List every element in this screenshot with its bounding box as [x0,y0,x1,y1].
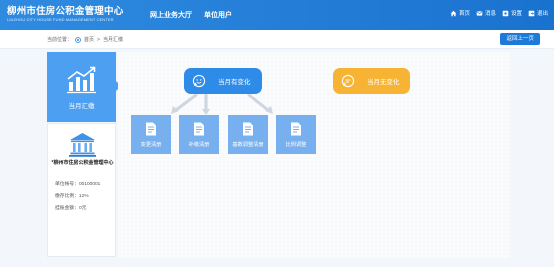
breadcrumb-home[interactable]: 首页 [84,36,94,43]
message-link[interactable]: 消息 [476,9,496,17]
message-icon [476,10,483,16]
logo[interactable]: 柳州市住房公积金管理中心 LIUZHOU CITY HOUSE FUND MAN… [7,3,142,27]
chat-bubble-icon [341,74,355,88]
app-header: 柳州市住房公积金管理中心 LIUZHOU CITY HOUSE FUND MAN… [0,0,554,30]
breadcrumb-bar: 当前位置： 首页 > 当月汇缴 返回上一页 [0,30,554,49]
tile-label: 基数调整清册 [232,142,264,148]
organization-name: *柳州市住房公积金管理中心 [51,160,114,166]
message-link-label: 消息 [484,11,496,17]
unchanged-this-month-button[interactable]: 当月无变化 [333,68,410,94]
deposit-ratio-label: 缴存比例： [55,194,79,199]
settings-link[interactable]: 设置 [502,9,522,17]
breadcrumb-current: 当月汇缴 [102,37,123,43]
top-nav: 网上业务大厅 单位用户 [150,10,232,20]
deposit-ratio-line: 缴存比例：12% [55,192,89,199]
logout-icon [528,10,535,16]
flow-connectors [171,93,273,115]
organization-card: *柳州市住房公积金管理中心 单位帐号：00100001 缴存比例：12% 挂账金… [47,123,116,257]
tile-change-list[interactable]: 变更清册 [131,115,171,154]
tile-ratio-adjust[interactable]: 比例调整 [276,115,316,154]
pending-amount-label: 挂账金额： [55,206,79,211]
bank-building-icon [69,133,96,157]
sidebar-item-label: 当月汇缴 [68,103,95,110]
unit-account-line: 单位帐号：00100001 [55,180,100,187]
bar-chart-icon [67,66,96,94]
unchanged-label: 当月无变化 [367,79,400,86]
document-icon [243,122,253,136]
logout-link[interactable]: 退出 [528,9,548,17]
logo-subtitle: LIUZHOU CITY HOUSE FUND MANAGEMENT CENTE… [7,17,114,22]
document-icon [291,122,301,136]
changed-label: 当月有变化 [218,79,251,86]
tile-label: 补缴清册 [188,142,210,148]
tile-label: 比例调整 [285,142,307,148]
pending-amount-line: 挂账金额：0元 [55,204,86,211]
pending-amount-value: 0元 [79,206,87,211]
tile-supplement-list[interactable]: 补缴清册 [179,115,219,154]
back-button[interactable]: 返回上一页 [500,33,540,45]
breadcrumb-prefix: 当前位置： [47,37,73,43]
unit-account-label: 单位帐号： [55,182,79,187]
smile-chat-icon [192,74,206,88]
settings-link-label: 设置 [510,11,522,17]
sidebar-item-monthly-remit[interactable]: 当月汇缴 [47,52,116,122]
document-icon [194,122,204,136]
logout-link-label: 退出 [536,11,548,17]
tile-base-adjust-list[interactable]: 基数调整清册 [228,115,268,154]
document-icon [146,122,156,136]
deposit-ratio-value: 12% [79,194,89,199]
logo-title: 柳州市住房公积金管理中心 [7,6,124,17]
nav-unit-user[interactable]: 单位用户 [204,10,232,20]
settings-icon [502,10,509,16]
nav-online-hall[interactable]: 网上业务大厅 [150,10,192,20]
top-right-links: 首页 消息 设置 退出 [450,9,548,17]
breadcrumb-home-icon [75,36,81,43]
home-icon [450,10,457,16]
changed-this-month-button[interactable]: 当月有变化 [184,68,262,94]
home-link-label: 首页 [458,11,470,17]
unit-account-value: 00100001 [79,182,101,187]
breadcrumb-separator: > [97,36,100,43]
home-link[interactable]: 首页 [450,9,470,17]
tile-label: 变更清册 [140,142,162,148]
breadcrumb: 当前位置： 首页 > 当月汇缴 [47,36,123,44]
